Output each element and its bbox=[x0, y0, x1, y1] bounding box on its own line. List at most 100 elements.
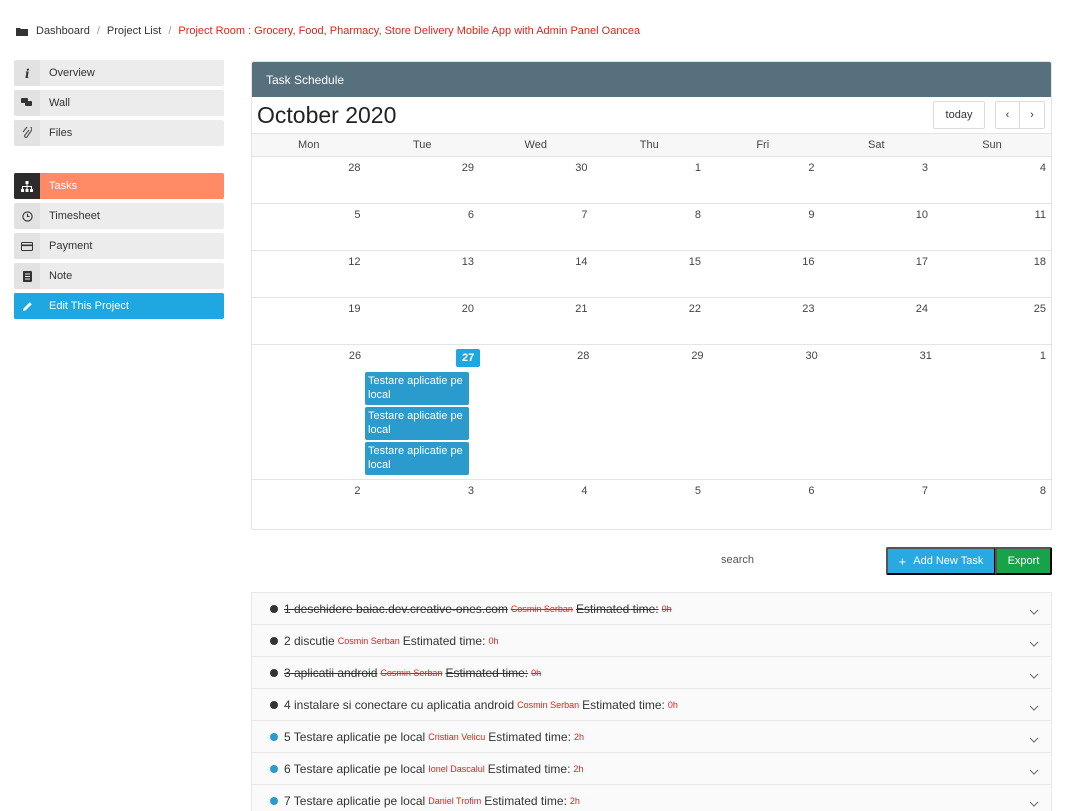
calendar-event[interactable]: Testare aplicatie pe local bbox=[365, 407, 469, 440]
task-row[interactable]: 5 Testare aplicatie pe local Cristian Ve… bbox=[252, 721, 1051, 753]
calendar-day[interactable]: 8 bbox=[933, 480, 1051, 530]
panel-title: Task Schedule bbox=[252, 62, 1051, 97]
task-row[interactable]: 1 deschidere baiac.dev.creative-ones.com… bbox=[252, 593, 1051, 625]
calendar-day[interactable]: 8 bbox=[593, 204, 707, 250]
chevron-down-icon[interactable] bbox=[1029, 796, 1039, 810]
calendar-day[interactable]: 5 bbox=[593, 480, 707, 530]
calendar-event[interactable]: Testare aplicatie pe local bbox=[365, 442, 469, 475]
calendar-day[interactable]: 13 bbox=[366, 251, 480, 297]
calendar-event[interactable]: Testare aplicatie pe local bbox=[365, 372, 469, 405]
sidebar-item-overview[interactable]: i Overview bbox=[14, 60, 224, 86]
breadcrumb: Dashboard / Project List / Project Room … bbox=[16, 23, 640, 39]
calendar-day[interactable]: 14 bbox=[479, 251, 593, 297]
clock-icon bbox=[14, 203, 40, 229]
chevron-down-icon[interactable] bbox=[1029, 732, 1039, 746]
task-row[interactable]: 2 discutie Cosmin Serban Estimated time:… bbox=[252, 625, 1051, 657]
breadcrumb-dashboard[interactable]: Dashboard bbox=[36, 25, 90, 37]
next-month-button[interactable]: › bbox=[1020, 101, 1045, 129]
task-title: 6 Testare aplicatie pe local bbox=[284, 761, 426, 776]
calendar-day[interactable]: 9 bbox=[706, 204, 820, 250]
calendar-day[interactable]: 7 bbox=[479, 204, 593, 250]
day-number: 19 bbox=[348, 303, 361, 315]
breadcrumb-project-list[interactable]: Project List bbox=[107, 25, 161, 37]
calendar-day[interactable]: 2 bbox=[252, 480, 366, 530]
task-row[interactable]: 7 Testare aplicatie pe local Daniel Trof… bbox=[252, 785, 1051, 811]
day-number: 5 bbox=[354, 209, 361, 221]
calendar-day[interactable]: 10 bbox=[820, 204, 934, 250]
calendar-day[interactable]: 4 bbox=[933, 157, 1051, 203]
sidebar-item-files[interactable]: Files bbox=[14, 120, 224, 146]
calendar-day[interactable]: 24 bbox=[820, 298, 934, 344]
calendar-day[interactable]: 31 bbox=[823, 345, 937, 479]
sidebar-item-timesheet[interactable]: Timesheet bbox=[14, 203, 224, 229]
calendar-day[interactable]: 7 bbox=[820, 480, 934, 530]
calendar-day[interactable]: 15 bbox=[593, 251, 707, 297]
calendar-day[interactable]: 28 bbox=[252, 157, 366, 203]
sidebar-item-label: Timesheet bbox=[49, 210, 100, 222]
calendar-day[interactable]: 18 bbox=[933, 251, 1051, 297]
calendar-day[interactable]: 4 bbox=[479, 480, 593, 530]
task-estimate-label: Estimated time: bbox=[402, 633, 486, 648]
dow-label: Wed bbox=[524, 139, 547, 151]
status-dot-icon bbox=[270, 764, 278, 773]
sidebar-item-note[interactable]: Note bbox=[14, 263, 224, 289]
sidebar: i Overview Wall Files Tasks Timesheet Pa… bbox=[14, 60, 224, 323]
calendar-day[interactable]: 3 bbox=[366, 480, 480, 530]
sidebar-item-tasks[interactable]: Tasks bbox=[14, 173, 224, 199]
sidebar-item-edit-project[interactable]: Edit This Project bbox=[14, 293, 224, 319]
day-number: 20 bbox=[461, 303, 474, 315]
calendar-day[interactable]: 30 bbox=[479, 157, 593, 203]
calendar-day[interactable]: 25 bbox=[933, 298, 1051, 344]
day-number: 28 bbox=[577, 350, 590, 362]
calendar-day[interactable]: 29 bbox=[366, 157, 480, 203]
calendar-day[interactable]: 6 bbox=[366, 204, 480, 250]
add-new-task-button[interactable]: + Add New Task bbox=[886, 547, 996, 575]
export-button[interactable]: Export bbox=[995, 547, 1052, 575]
task-row[interactable]: 6 Testare aplicatie pe local Ionel Dasca… bbox=[252, 753, 1051, 785]
calendar-day[interactable]: 30 bbox=[709, 345, 823, 479]
task-row[interactable]: 3 aplicatii android Cosmin Serban Estima… bbox=[252, 657, 1051, 689]
chevron-down-icon[interactable] bbox=[1029, 668, 1039, 682]
task-assignee: Daniel Trofim bbox=[428, 795, 482, 806]
day-number: 22 bbox=[688, 303, 701, 315]
sidebar-item-wall[interactable]: Wall bbox=[14, 90, 224, 116]
dow-label: Tue bbox=[412, 139, 432, 151]
day-number: 18 bbox=[1033, 256, 1046, 268]
calendar-day[interactable]: 29 bbox=[594, 345, 708, 479]
task-title: 1 deschidere baiac.dev.creative-ones.com bbox=[284, 601, 508, 616]
calendar-day[interactable]: 28 bbox=[480, 345, 594, 479]
day-number: 29 bbox=[691, 350, 704, 362]
calendar-day[interactable]: 16 bbox=[706, 251, 820, 297]
prev-month-button[interactable]: ‹ bbox=[995, 101, 1020, 129]
calendar-day[interactable]: 3 bbox=[820, 157, 934, 203]
today-day-number: 27 bbox=[456, 349, 481, 367]
day-number: 30 bbox=[575, 162, 588, 174]
calendar-day[interactable]: 23 bbox=[706, 298, 820, 344]
day-number: 3 bbox=[467, 485, 474, 497]
calendar-day[interactable]: 19 bbox=[252, 298, 366, 344]
chevron-down-icon[interactable] bbox=[1029, 700, 1039, 714]
pencil-icon bbox=[14, 293, 40, 319]
chevron-down-icon[interactable] bbox=[1029, 604, 1039, 618]
calendar-day[interactable]: 2 bbox=[706, 157, 820, 203]
calendar-day[interactable]: 6 bbox=[706, 480, 820, 530]
sidebar-item-payment[interactable]: Payment bbox=[14, 233, 224, 259]
calendar-day[interactable]: 22 bbox=[593, 298, 707, 344]
calendar-day[interactable]: 5 bbox=[252, 204, 366, 250]
calendar-day[interactable]: 20 bbox=[366, 298, 480, 344]
calendar-day[interactable]: 17 bbox=[820, 251, 934, 297]
plus-icon: + bbox=[898, 553, 907, 569]
calendar-day[interactable]: 12 bbox=[252, 251, 366, 297]
today-button[interactable]: today bbox=[933, 101, 985, 129]
chevron-down-icon[interactable] bbox=[1029, 764, 1039, 778]
calendar-day[interactable]: 1 bbox=[593, 157, 707, 203]
calendar-day[interactable]: 11 bbox=[933, 204, 1051, 250]
chevron-down-icon[interactable] bbox=[1029, 636, 1039, 650]
calendar-day[interactable]: 1 bbox=[937, 345, 1051, 479]
task-row[interactable]: 4 instalare si conectare cu aplicatia an… bbox=[252, 689, 1051, 721]
calendar-day[interactable]: 26 bbox=[252, 345, 366, 479]
status-dot-icon bbox=[270, 668, 278, 677]
search-label[interactable]: search bbox=[721, 554, 754, 566]
calendar-day[interactable]: 21 bbox=[479, 298, 593, 344]
day-number: 15 bbox=[688, 256, 701, 268]
